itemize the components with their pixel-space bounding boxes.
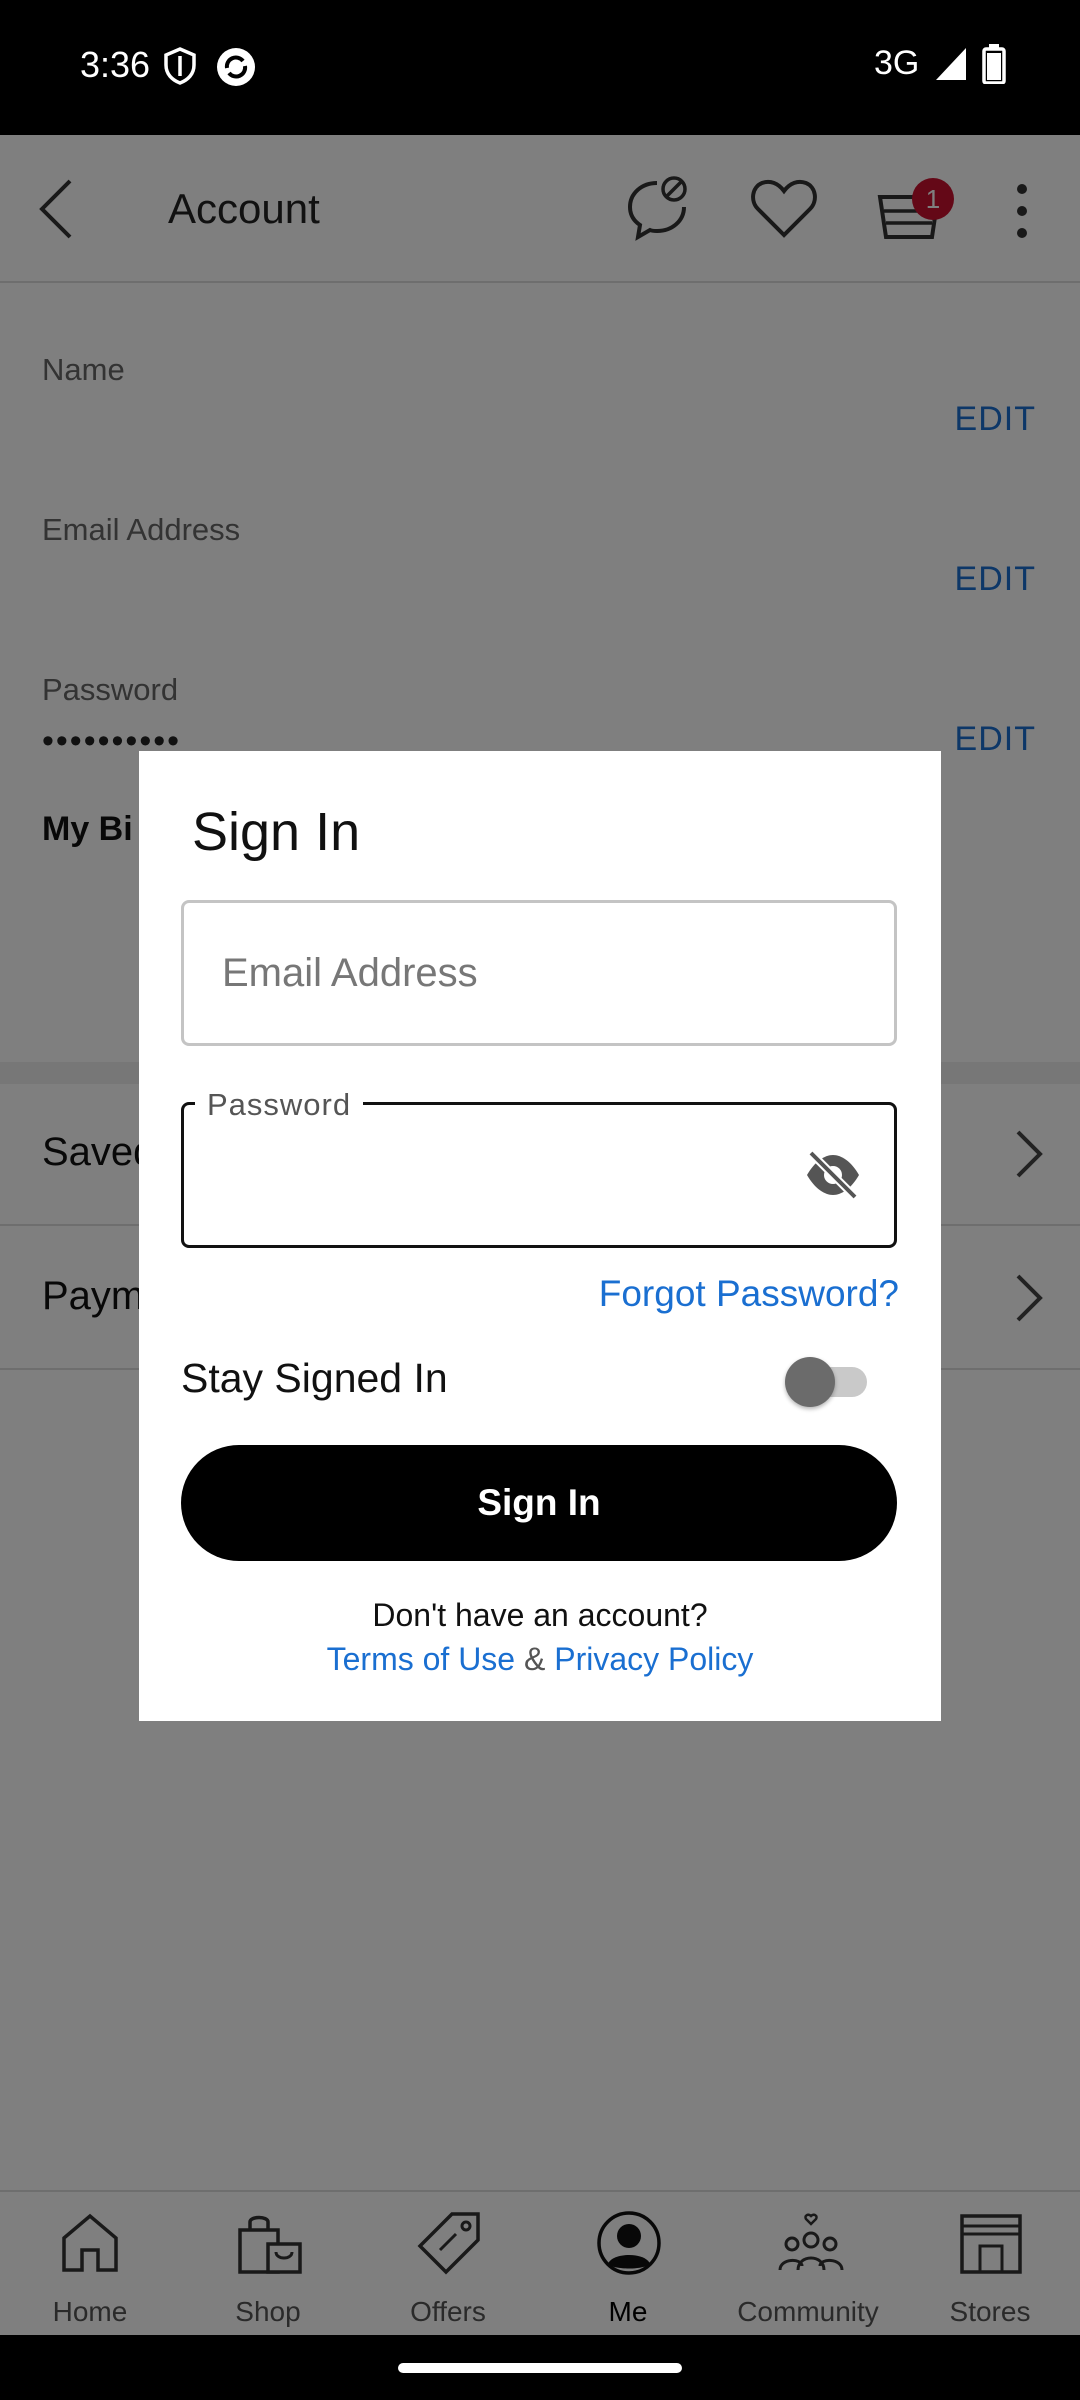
- signal-icon: [934, 46, 968, 87]
- forgot-password-link[interactable]: Forgot Password?: [599, 1273, 899, 1315]
- no-account-text[interactable]: Don't have an account?: [139, 1597, 941, 1634]
- sign-in-dialog: Sign In Password Forgot Password? Stay S…: [139, 751, 941, 1721]
- network-type: 3G: [874, 44, 920, 82]
- password-field[interactable]: [181, 1102, 897, 1248]
- legal-links: Terms of Use & Privacy Policy: [139, 1641, 941, 1678]
- dialog-title: Sign In: [192, 802, 361, 862]
- battery-icon: [982, 44, 1006, 89]
- shield-icon: [162, 46, 198, 91]
- stay-signed-in-toggle[interactable]: [785, 1355, 877, 1409]
- home-gesture-handle[interactable]: [398, 2363, 682, 2373]
- hide-password-icon[interactable]: [803, 1147, 863, 1208]
- status-bar: 3:36 3G: [0, 0, 1080, 135]
- gesture-bar: [0, 2335, 1080, 2400]
- toggle-thumb: [785, 1357, 835, 1407]
- ampersand: &: [523, 1641, 546, 1677]
- email-field[interactable]: [181, 900, 897, 1046]
- status-time: 3:36: [80, 44, 151, 85]
- sync-icon: [215, 46, 257, 93]
- password-field-label: Password: [195, 1087, 364, 1123]
- stay-signed-in-label: Stay Signed In: [181, 1355, 448, 1401]
- email-input[interactable]: [222, 943, 842, 1003]
- sign-in-button[interactable]: Sign In: [181, 1445, 897, 1561]
- privacy-policy-link[interactable]: Privacy Policy: [554, 1641, 753, 1677]
- password-input[interactable]: [222, 1145, 782, 1205]
- terms-of-use-link[interactable]: Terms of Use: [327, 1641, 515, 1677]
